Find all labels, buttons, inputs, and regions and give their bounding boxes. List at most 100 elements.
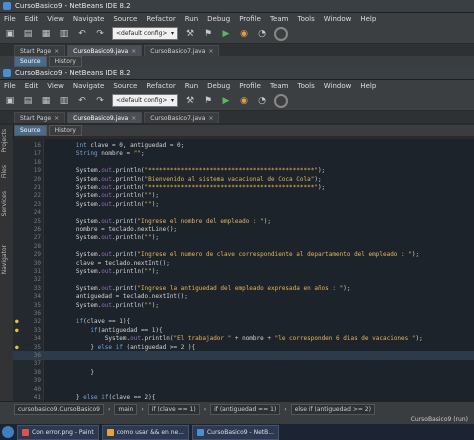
browser-icon [106, 428, 114, 436]
side-panel-strip: Projects Files Services Navigator [0, 125, 14, 401]
profile-icon[interactable]: ◔ [256, 95, 268, 107]
menu-file[interactable]: File [4, 82, 16, 90]
window2-menubar: File Edit View Navigate Source Refactor … [0, 80, 474, 91]
save-all-icon[interactable]: ▥ [58, 95, 70, 107]
debug-icon[interactable]: ◉ [238, 95, 250, 107]
run-status[interactable]: CursoBasico9 (run) [411, 416, 468, 423]
subtab-source[interactable]: Source [14, 56, 47, 67]
new-project-icon[interactable]: ▣ [4, 95, 16, 107]
chevron-right-icon: › [203, 406, 207, 413]
chevron-down-icon: ▾ [170, 97, 174, 104]
side-tab-services[interactable]: Services [1, 191, 8, 216]
menu-window[interactable]: Window [324, 82, 352, 90]
breadcrumb: cursobasico9.CursoBasico9 › main › if (c… [0, 401, 474, 417]
taskbar-item-netbeans[interactable]: CursoBasico9 - NetB... [191, 424, 279, 440]
window2-title: CursoBasico9 - NetBeans IDE 8.2 [15, 69, 131, 77]
code-editor[interactable]: 16 int clave = 0, antiguedad = 0; 17 Stri… [13, 139, 474, 401]
build-icon[interactable]: ⚒ [184, 95, 196, 107]
menu-edit[interactable]: Edit [25, 82, 39, 90]
tab-cursobasico9[interactable]: CursoBasico9.java × [67, 45, 143, 56]
chevron-right-icon: › [107, 406, 111, 413]
menu-help[interactable]: Help [360, 15, 376, 23]
save-all-icon[interactable]: ▥ [58, 28, 70, 40]
redo-icon[interactable]: ↷ [94, 28, 106, 40]
window1-menubar: File Edit View Navigate Source Refactor … [0, 13, 474, 24]
menu-source[interactable]: Source [113, 82, 137, 90]
menu-team[interactable]: Team [270, 15, 289, 23]
menu-refactor[interactable]: Refactor [146, 82, 175, 90]
menu-run[interactable]: Run [185, 15, 198, 23]
window2-toolbar: ▣ ▤ ▦ ▥ ↶ ↷ <default config> ▾ ⚒ ⚑ ▶ ◉ ◔ [0, 91, 474, 111]
open-folder-icon[interactable]: ▦ [40, 95, 52, 107]
close-icon[interactable]: × [208, 115, 213, 122]
menu-edit[interactable]: Edit [25, 15, 39, 23]
netbeans-icon [3, 2, 11, 10]
build-icon[interactable]: ⚒ [184, 28, 196, 40]
run-icon[interactable]: ▶ [220, 95, 232, 107]
subtab-history[interactable]: History [48, 56, 82, 67]
close-icon[interactable]: × [54, 48, 59, 55]
menu-tools[interactable]: Tools [297, 15, 314, 23]
config-select[interactable]: <default config> ▾ [112, 94, 178, 107]
subtab-source[interactable]: Source [14, 125, 47, 136]
menu-profile[interactable]: Profile [239, 82, 261, 90]
window1-tabbar: Start Page × CursoBasico9.java × CursoBasi… [0, 44, 474, 56]
menu-view[interactable]: View [47, 15, 64, 23]
menu-tools[interactable]: Tools [297, 82, 314, 90]
paint-icon [22, 428, 29, 436]
menu-navigate[interactable]: Navigate [73, 82, 104, 90]
tab-cursobasico7[interactable]: CursoBasico7.java × [144, 112, 220, 123]
window2-titlebar[interactable]: CursoBasico9 - NetBeans IDE 8.2 [0, 67, 474, 80]
os-taskbar: Con error.png - Paint como usar && en ne… [0, 424, 474, 440]
menu-debug[interactable]: Debug [207, 15, 230, 23]
close-icon[interactable]: × [131, 115, 136, 122]
netbeans-icon [196, 428, 204, 436]
config-select[interactable]: <default config> ▾ [112, 27, 178, 40]
taskbar-item-browser[interactable]: como usar && en ne... [101, 424, 189, 440]
menu-profile[interactable]: Profile [239, 15, 261, 23]
new-file-icon[interactable]: ▤ [22, 28, 34, 40]
menu-team[interactable]: Team [270, 82, 289, 90]
debug-icon[interactable]: ◉ [238, 28, 250, 40]
side-tab-projects[interactable]: Projects [1, 129, 8, 153]
breadcrumb-else-if[interactable]: else if (antiguedad >= 2) [290, 404, 375, 415]
menu-view[interactable]: View [47, 82, 64, 90]
open-folder-icon[interactable]: ▦ [40, 28, 52, 40]
menu-file[interactable]: File [4, 15, 16, 23]
breadcrumb-if-antiguedad[interactable]: if (antiguedad == 1) [210, 404, 281, 415]
menu-refactor[interactable]: Refactor [146, 15, 175, 23]
new-project-icon[interactable]: ▣ [4, 28, 16, 40]
taskbar-item-paint[interactable]: Con error.png - Paint [17, 424, 99, 440]
tab-start-page[interactable]: Start Page × [14, 45, 66, 56]
tab-cursobasico9[interactable]: CursoBasico9.java × [67, 112, 143, 123]
tab-start-page[interactable]: Start Page × [14, 112, 66, 123]
window1-title: CursoBasico9 - NetBeans IDE 8.2 [15, 2, 131, 10]
code-line[interactable]: 41 } else if(clave == 2){ [13, 393, 474, 401]
menu-debug[interactable]: Debug [207, 82, 230, 90]
menu-window[interactable]: Window [324, 15, 352, 23]
undo-icon[interactable]: ↶ [76, 95, 88, 107]
redo-icon[interactable]: ↷ [94, 95, 106, 107]
start-button-icon[interactable] [2, 426, 14, 438]
subtab-history[interactable]: History [48, 125, 82, 136]
profile-icon[interactable]: ◔ [256, 28, 268, 40]
clean-build-icon[interactable]: ⚑ [202, 28, 214, 40]
menu-source[interactable]: Source [113, 15, 137, 23]
menu-help[interactable]: Help [360, 82, 376, 90]
tab-cursobasico7[interactable]: CursoBasico7.java × [144, 45, 220, 56]
clean-build-icon[interactable]: ⚑ [202, 95, 214, 107]
window1-titlebar[interactable]: CursoBasico9 - NetBeans IDE 8.2 [0, 0, 474, 13]
new-file-icon[interactable]: ▤ [22, 95, 34, 107]
close-icon[interactable]: × [54, 115, 59, 122]
side-tab-files[interactable]: Files [1, 165, 8, 178]
side-tab-navigator[interactable]: Navigator [1, 245, 8, 274]
close-icon[interactable]: × [208, 48, 213, 55]
menu-navigate[interactable]: Navigate [73, 15, 104, 23]
breadcrumb-if-clave[interactable]: if (clave == 1) [147, 404, 200, 415]
run-icon[interactable]: ▶ [220, 28, 232, 40]
undo-icon[interactable]: ↶ [76, 28, 88, 40]
menu-run[interactable]: Run [185, 82, 198, 90]
breadcrumb-method[interactable]: main [114, 404, 138, 415]
close-icon[interactable]: × [131, 48, 136, 55]
breadcrumb-class[interactable]: cursobasico9.CursoBasico9 [14, 404, 104, 415]
